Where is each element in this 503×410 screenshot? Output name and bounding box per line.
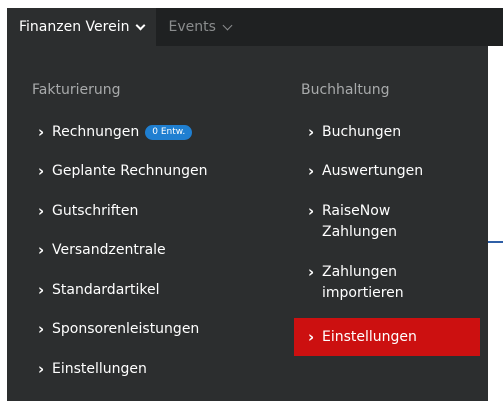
chevron-right-icon: ›: [308, 123, 315, 141]
menu-item-label: Einstellungen: [322, 328, 417, 345]
menu-item-raisenow-zahlungen[interactable]: › RaiseNow Zahlungen: [308, 201, 397, 243]
column-title-fakturierung: Fakturierung: [32, 82, 121, 98]
menu-item-label: Geplante Rechnungen: [52, 163, 208, 179]
chevron-right-icon: ›: [38, 123, 45, 141]
chevron-down-icon: [136, 20, 146, 30]
menu-item-versandzentrale[interactable]: › Versandzentrale: [38, 240, 166, 261]
tab-finanzen-verein[interactable]: Finanzen Verein: [7, 8, 157, 46]
background-divider: [488, 241, 503, 243]
chevron-right-icon: ›: [38, 162, 45, 180]
menu-item-einstellungen-fakturierung[interactable]: › Einstellungen: [38, 359, 147, 380]
menu-item-einstellungen-buchhaltung[interactable]: › Einstellungen: [294, 318, 480, 356]
chevron-right-icon: ›: [308, 202, 315, 220]
chevron-right-icon: ›: [38, 281, 45, 299]
draft-count-badge: 0 Entw.: [145, 125, 193, 140]
menu-item-label: Versandzentrale: [52, 242, 166, 258]
tab-events[interactable]: Events: [156, 8, 243, 46]
menu-item-standardartikel[interactable]: › Standardartikel: [38, 280, 160, 301]
chevron-right-icon: ›: [308, 263, 315, 281]
chevron-right-icon: ›: [308, 162, 315, 180]
menu-item-label: Rechnungen: [52, 124, 140, 140]
menu-item-label-line: importieren: [322, 285, 404, 301]
menu-item-auswertungen[interactable]: › Auswertungen: [308, 161, 423, 182]
menu-item-label: RaiseNow Zahlungen: [322, 201, 397, 243]
menu-item-label: Standardartikel: [52, 282, 160, 298]
tab-label: Events: [168, 19, 216, 35]
menu-item-zahlungen-importieren[interactable]: › Zahlungen importieren: [308, 262, 404, 304]
column-title-buchhaltung: Buchhaltung: [301, 82, 390, 98]
menu-item-label-line: Zahlungen: [322, 224, 398, 240]
menu-item-sponsorenleistungen[interactable]: › Sponsorenleistungen: [38, 319, 199, 340]
menu-item-rechnungen[interactable]: › Rechnungen 0 Entw.: [38, 122, 193, 143]
menu-item-buchungen[interactable]: › Buchungen: [308, 122, 401, 143]
tab-label: Finanzen Verein: [19, 19, 130, 35]
chevron-right-icon: ›: [38, 360, 45, 378]
menu-item-label: Gutschriften: [52, 203, 139, 219]
menu-item-label-line: RaiseNow: [322, 203, 391, 219]
chevron-down-icon: [222, 20, 233, 30]
menu-item-gutschriften[interactable]: › Gutschriften: [38, 201, 138, 222]
menu-item-geplante-rechnungen[interactable]: › Geplante Rechnungen: [38, 161, 208, 182]
chevron-right-icon: ›: [38, 202, 45, 220]
menu-item-label: Sponsorenleistungen: [52, 321, 200, 337]
chevron-right-icon: ›: [38, 320, 45, 338]
screen: Finanzen Verein Events Fakturierung › Re…: [0, 0, 503, 410]
chevron-right-icon: ›: [308, 327, 315, 346]
top-navigation-bar: Finanzen Verein Events: [7, 8, 503, 46]
chevron-right-icon: ›: [38, 241, 45, 259]
menu-item-label: Auswertungen: [322, 163, 424, 179]
menu-item-label: Zahlungen importieren: [322, 262, 404, 304]
dropdown-menu-panel: Fakturierung › Rechnungen 0 Entw. › Gepl…: [7, 46, 488, 401]
menu-item-label: Einstellungen: [52, 361, 147, 377]
menu-item-label: Buchungen: [322, 124, 402, 140]
menu-item-label-line: Zahlungen: [322, 264, 398, 280]
